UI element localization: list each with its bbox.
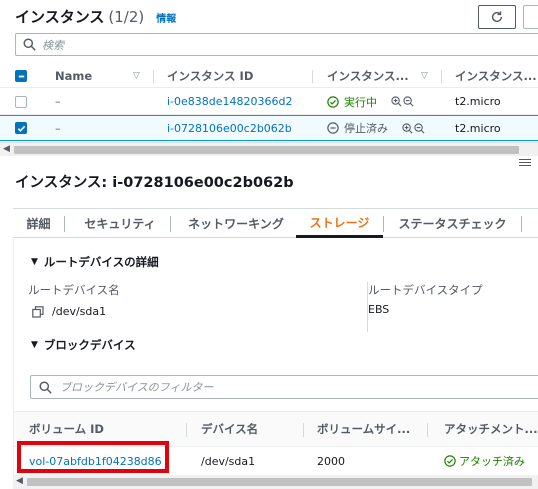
column-divider bbox=[303, 423, 304, 437]
scroll-left-arrow-icon[interactable]: ◀ bbox=[16, 476, 23, 486]
state-label: 実行中 bbox=[344, 95, 377, 109]
instances-panel: インスタンス (1/2) 情報 検索 Name ▽ インスタンス ID インスタ… bbox=[0, 0, 538, 160]
table-row-selected[interactable]: – i-0728106e00c2b062b 停止済み t2.micro bbox=[0, 115, 538, 141]
attachment-status: アタッチ済み bbox=[444, 447, 538, 475]
filter-placeholder: ブロックデバイスのフィルター bbox=[60, 381, 214, 394]
row-checkbox-checked[interactable] bbox=[15, 122, 27, 134]
detail-title: インスタンス: i-0728106e00c2b062b bbox=[15, 175, 294, 191]
block-device-filter-input[interactable]: ブロックデバイスのフィルター bbox=[30, 375, 538, 399]
root-device-name: /dev/sda1 bbox=[52, 305, 107, 318]
refresh-button[interactable] bbox=[478, 5, 516, 29]
tab-storage[interactable]: ストレージ bbox=[296, 209, 383, 238]
tab-security[interactable]: セキュリティ bbox=[70, 209, 170, 238]
search-input[interactable]: 検索 bbox=[15, 33, 538, 56]
scrollbar-thumb[interactable] bbox=[14, 146, 519, 154]
filter-icon[interactable]: ▽ bbox=[421, 64, 433, 87]
attachment-label: アタッチ済み bbox=[459, 455, 525, 468]
tab-divider bbox=[170, 216, 171, 232]
volume-size: 2000 bbox=[317, 454, 345, 468]
actions-button-partial[interactable] bbox=[523, 5, 538, 29]
horizontal-scrollbar[interactable]: ◀ bbox=[13, 475, 538, 489]
check-circle-icon bbox=[327, 95, 339, 108]
minus-circle-icon bbox=[327, 122, 339, 134]
zoom-out-icon[interactable] bbox=[403, 96, 414, 107]
column-divider bbox=[427, 423, 428, 437]
copy-icon[interactable] bbox=[32, 305, 44, 318]
select-all-checkbox[interactable] bbox=[15, 70, 27, 82]
tab-networking[interactable]: ネットワーキング bbox=[176, 209, 296, 238]
root-device-name-label: ルートデバイス名 bbox=[28, 283, 120, 297]
info-link[interactable]: 情報 bbox=[156, 10, 176, 25]
zoom-controls[interactable] bbox=[391, 96, 415, 107]
tab-divider bbox=[64, 216, 65, 232]
column-header-state[interactable]: インスタンス... bbox=[327, 64, 413, 87]
refresh-icon bbox=[491, 11, 503, 23]
storage-tab-content: ▼ ルートデバイスの詳細 ルートデバイス名 /dev/sda1 ルートデバイスタ… bbox=[13, 239, 538, 489]
column-header-type[interactable]: インスタンス... bbox=[455, 64, 538, 87]
indeterminate-icon bbox=[18, 75, 24, 77]
instance-name: – bbox=[55, 121, 61, 135]
sort-icon[interactable]: ▽ bbox=[133, 64, 145, 87]
instances-table-header: Name ▽ インスタンス ID インスタンス... ▽ インスタンス... bbox=[0, 64, 538, 88]
section-heading: ブロックデバイス bbox=[43, 338, 136, 352]
panel-resize-handle[interactable] bbox=[519, 159, 531, 169]
root-device-name-value: /dev/sda1 bbox=[32, 305, 106, 318]
instance-type: t2.micro bbox=[455, 121, 501, 135]
zoom-in-icon[interactable] bbox=[402, 122, 413, 134]
tab-status-checks[interactable]: ステータスチェック bbox=[390, 209, 515, 238]
detail-tabs: 詳細 セキュリティ ネットワーキング ストレージ ステータスチェック bbox=[13, 208, 538, 238]
horizontal-scrollbar[interactable]: ◀ bbox=[0, 142, 538, 156]
tab-divider bbox=[383, 216, 384, 232]
caret-down-icon: ▼ bbox=[31, 257, 38, 267]
zoom-controls[interactable] bbox=[402, 122, 426, 134]
column-header-volume-size[interactable]: ボリュームサイ... bbox=[317, 412, 417, 446]
checkmark-icon bbox=[17, 125, 25, 132]
scrollbar-thumb[interactable] bbox=[27, 478, 532, 486]
instance-id-link[interactable]: i-0e838de14820366d2 bbox=[167, 89, 307, 114]
instance-id-link[interactable]: i-0728106e00c2b062b bbox=[167, 116, 307, 140]
root-device-type: EBS bbox=[368, 303, 390, 316]
column-header-instance-id[interactable]: インスタンス ID bbox=[167, 64, 307, 87]
column-divider bbox=[186, 423, 187, 437]
caret-down-icon: ▼ bbox=[31, 340, 38, 350]
instance-state: 実行中 bbox=[327, 89, 447, 114]
instance-type: t2.micro bbox=[455, 95, 501, 108]
tab-divider bbox=[521, 216, 522, 232]
state-label: 停止済み bbox=[344, 122, 388, 135]
block-device-section-toggle[interactable]: ▼ ブロックデバイス bbox=[31, 337, 136, 353]
column-header-device-name[interactable]: デバイス名 bbox=[201, 412, 301, 446]
annotation-highlight-box bbox=[17, 441, 169, 473]
column-divider bbox=[153, 70, 154, 83]
check-circle-icon bbox=[444, 455, 456, 467]
column-header-attachment[interactable]: アタッチメント... bbox=[444, 412, 538, 446]
search-placeholder: 検索 bbox=[42, 38, 64, 52]
zoom-out-icon[interactable] bbox=[414, 122, 425, 134]
zoom-in-icon[interactable] bbox=[391, 96, 402, 107]
tab-details[interactable]: 詳細 bbox=[13, 209, 64, 238]
scroll-left-arrow-icon[interactable]: ◀ bbox=[3, 144, 10, 154]
search-icon bbox=[23, 38, 36, 51]
root-device-type-label: ルートデバイスタイプ bbox=[368, 283, 483, 297]
table-row[interactable]: – i-0e838de14820366d2 実行中 t2.micro bbox=[0, 89, 538, 115]
instance-name: – bbox=[55, 95, 61, 108]
page-title: インスタンス bbox=[15, 8, 105, 26]
device-name: /dev/sda1 bbox=[201, 454, 256, 468]
selection-count: (1/2) bbox=[108, 8, 145, 26]
section-heading: ルートデバイスの詳細 bbox=[43, 255, 159, 269]
row-checkbox[interactable] bbox=[15, 96, 27, 108]
column-header-name[interactable]: Name bbox=[55, 64, 135, 87]
search-icon bbox=[39, 380, 52, 394]
root-device-section-toggle[interactable]: ▼ ルートデバイスの詳細 bbox=[31, 254, 159, 270]
column-divider bbox=[441, 70, 442, 83]
instance-state: 停止済み bbox=[327, 116, 447, 140]
instances-header: インスタンス (1/2) 情報 bbox=[15, 6, 176, 27]
column-divider bbox=[312, 70, 313, 83]
